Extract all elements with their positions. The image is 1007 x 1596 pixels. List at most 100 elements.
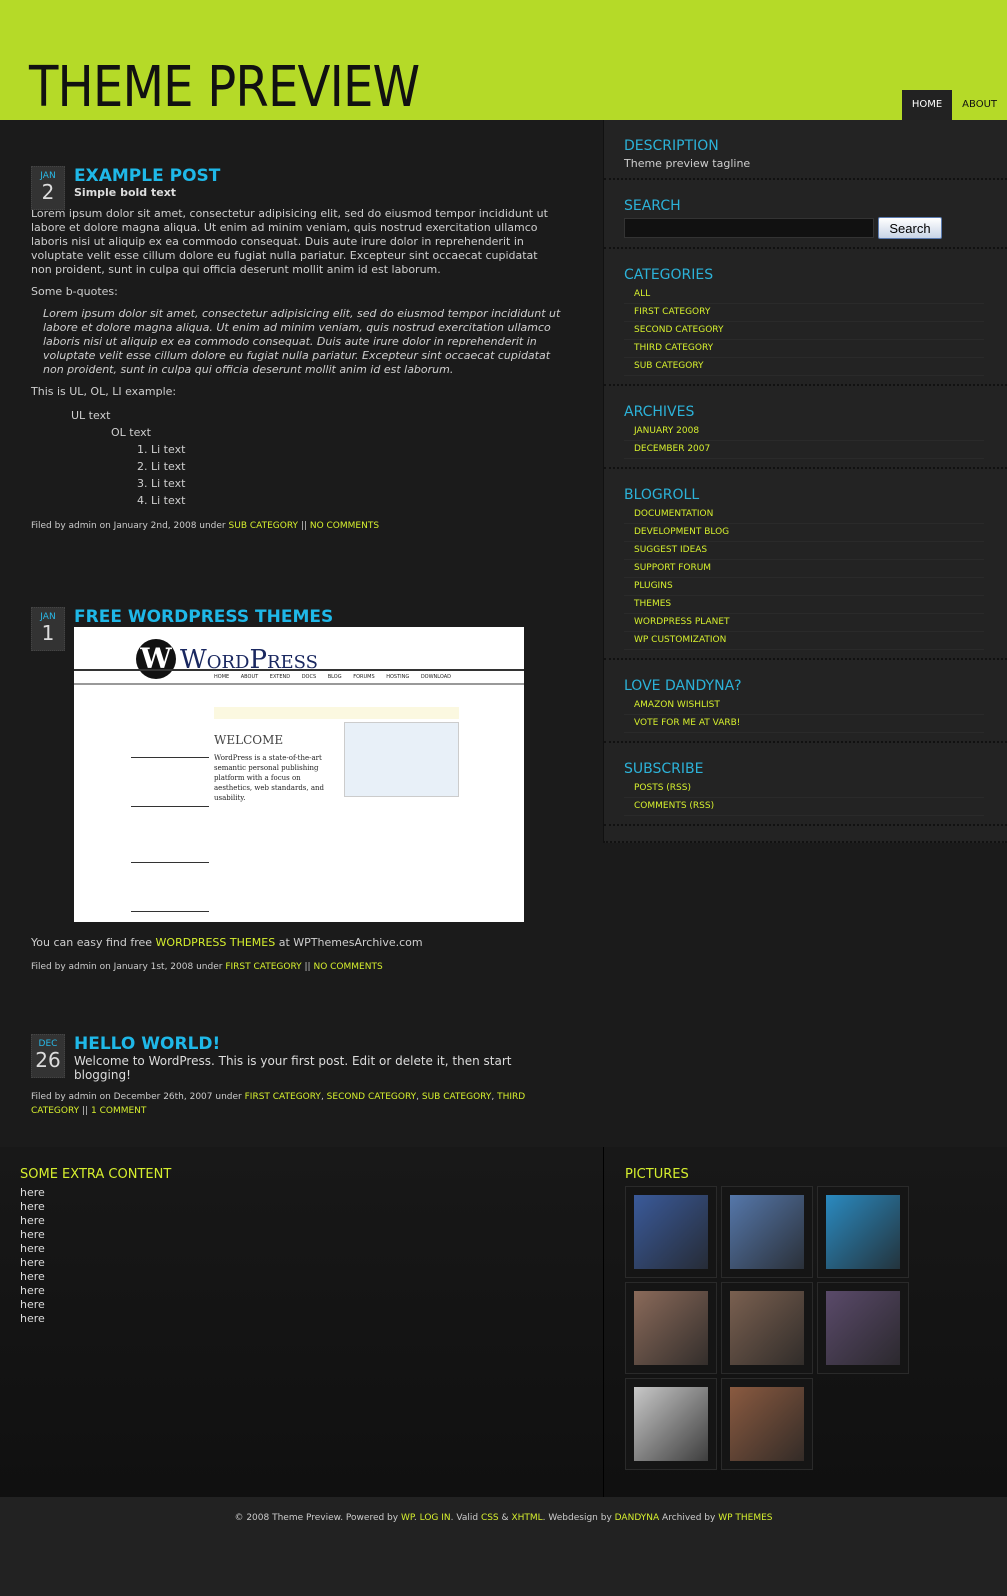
widget-title: SEARCH xyxy=(624,198,681,214)
category-link[interactable]: SUB CATEGORY xyxy=(422,1092,492,1102)
pictures-title: PICTURES xyxy=(625,1167,689,1182)
list-item: Li text xyxy=(151,458,561,475)
wp-link[interactable]: WP xyxy=(401,1513,414,1523)
list-item: Li text xyxy=(151,441,561,458)
post-date: JAN 2 xyxy=(31,166,65,210)
sidebar-link[interactable]: DEVELOPMENT BLOG xyxy=(634,527,729,537)
post-meta: Filed by admin on January 2nd, 2008 unde… xyxy=(31,521,380,531)
dandyna-link[interactable]: DANDYNA xyxy=(615,1513,660,1523)
wp-themes-link[interactable]: WP THEMES xyxy=(718,1513,772,1523)
category-link[interactable]: FIRST CATEGORY xyxy=(245,1092,321,1102)
example-lists: UL text OL text Li text Li text Li text … xyxy=(71,407,561,509)
wp-nav: HOME ABOUT EXTEND DOCS BLOG FORUMS HOSTI… xyxy=(214,674,452,680)
sidebar: DESCRIPTION Theme preview tagline SEARCH… xyxy=(603,120,1007,843)
post: JAN 2 EXAMPLE POST Simple bold text Lorem… xyxy=(31,166,561,531)
sidebar-link[interactable]: AMAZON WISHLIST xyxy=(634,700,720,710)
post-title[interactable]: HELLO WORLD! xyxy=(74,1034,561,1054)
sidebar-link[interactable]: JANUARY 2008 xyxy=(634,426,699,436)
sidebar-link[interactable]: THEMES xyxy=(634,599,671,609)
site-title[interactable]: THEME PREVIEW xyxy=(29,58,420,118)
post: DEC 26 HELLO WORLD! Welcome to WordPress.… xyxy=(31,1034,561,1118)
sidebar-link[interactable]: DOCUMENTATION xyxy=(634,509,713,519)
nav-about[interactable]: ABOUT xyxy=(952,90,1007,120)
category-link[interactable]: SUB CATEGORY xyxy=(229,521,299,531)
sidebar-link[interactable]: ALL xyxy=(634,289,650,299)
widget-categories: CATEGORIES ALL FIRST CATEGORY SECOND CATEGO… xyxy=(604,249,1007,386)
wordpress-logo-icon: W xyxy=(136,639,176,679)
extra-section: SOME EXTRA CONTENT here here here here here h… xyxy=(0,1147,1007,1497)
widget-archives: ARCHIVES JANUARY 2008 DECEMBER 2007 xyxy=(604,386,1007,469)
sidebar-link[interactable]: DECEMBER 2007 xyxy=(634,444,710,454)
extra-content: SOME EXTRA CONTENT here here here here here h… xyxy=(20,1167,172,1325)
widget-title: SUBSCRIBE xyxy=(624,761,704,777)
category-link[interactable]: SECOND CATEGORY xyxy=(327,1092,416,1102)
search-input[interactable] xyxy=(624,218,874,238)
widget-title: CATEGORIES xyxy=(624,267,714,283)
picture-thumbnail[interactable] xyxy=(721,1186,813,1278)
sidebar-link[interactable]: FIRST CATEGORY xyxy=(634,307,710,317)
login-link[interactable]: LOG IN xyxy=(420,1513,451,1523)
date-day: 2 xyxy=(41,180,55,204)
widget-description: DESCRIPTION Theme preview tagline xyxy=(604,120,1007,180)
comments-link[interactable]: NO COMMENTS xyxy=(313,962,382,972)
category-link[interactable]: FIRST CATEGORY xyxy=(225,962,301,972)
post: JAN 1 FREE WORDPRESS THEMES W WordPress H… xyxy=(31,607,561,972)
search-button[interactable]: Search xyxy=(878,217,942,239)
list-item: Li text xyxy=(151,475,561,492)
comments-link[interactable]: NO COMMENTS xyxy=(310,521,379,531)
bquote-label: Some b-quotes: xyxy=(31,285,118,298)
sidebar-link[interactable]: THIRD CATEGORY xyxy=(634,343,713,353)
main-content: JAN 2 EXAMPLE POST Simple bold text Lorem… xyxy=(0,120,603,1147)
picture-thumbnail[interactable] xyxy=(625,1378,717,1470)
widget-title: DESCRIPTION xyxy=(624,138,719,154)
picture-thumbnail[interactable] xyxy=(625,1186,717,1278)
ul-text: UL text xyxy=(71,409,111,422)
css-link[interactable]: CSS xyxy=(481,1513,499,1523)
widget-title: ARCHIVES xyxy=(624,404,695,420)
widget-blogroll: BLOGROLL DOCUMENTATION DEVELOPMENT BLOG SUG… xyxy=(604,469,1007,660)
sidebar-link[interactable]: COMMENTS (RSS) xyxy=(634,801,714,811)
tagline: Theme preview tagline xyxy=(624,157,751,170)
picture-thumbnail[interactable] xyxy=(817,1186,909,1278)
picture-thumbnail[interactable] xyxy=(721,1282,813,1374)
widget-love-dandyna: LOVE DANDYNA? AMAZON WISHLIST VOTE FOR ME … xyxy=(604,660,1007,743)
list-label: This is UL, OL, LI example: xyxy=(31,385,177,398)
sidebar-link[interactable]: SUGGEST IDEAS xyxy=(634,545,707,555)
nav-home[interactable]: HOME xyxy=(901,90,953,120)
post-paragraph: Lorem ipsum dolor sit amet, consectetur … xyxy=(31,207,548,276)
sidebar-link[interactable]: PLUGINS xyxy=(634,581,673,591)
post-meta: Filed by admin on December 26th, 2007 un… xyxy=(31,1092,526,1116)
widget-title: LOVE DANDYNA? xyxy=(624,678,742,694)
post-title[interactable]: FREE WORDPRESS THEMES xyxy=(74,607,561,627)
ol-text: OL text xyxy=(111,426,151,439)
picture-thumbnail[interactable] xyxy=(721,1378,813,1470)
list-item: Li text xyxy=(151,492,561,509)
post-meta: Filed by admin on January 1st, 2008 unde… xyxy=(31,962,383,972)
post-date: JAN 1 xyxy=(31,607,65,651)
widget-subscribe: SUBSCRIBE POSTS (RSS) COMMENTS (RSS) xyxy=(604,743,1007,826)
xhtml-link[interactable]: XHTML xyxy=(511,1513,542,1523)
pictures: PICTURES xyxy=(603,1147,1007,1497)
footer: © 2008 Theme Preview. Powered by WP. LOG… xyxy=(0,1497,1007,1596)
sidebar-link[interactable]: VOTE FOR ME AT VARB! xyxy=(634,718,740,728)
sidebar-link[interactable]: SUPPORT FORUM xyxy=(634,563,711,573)
widget-title: BLOGROLL xyxy=(624,487,700,503)
picture-thumbnail[interactable] xyxy=(817,1282,909,1374)
sidebar-link[interactable]: POSTS (RSS) xyxy=(634,783,691,793)
sidebar-link[interactable]: WP CUSTOMIZATION xyxy=(634,635,726,645)
sidebar-link[interactable]: SECOND CATEGORY xyxy=(634,325,723,335)
main-nav: HOME ABOUT xyxy=(901,90,1007,120)
wordpress-screenshot: W WordPress HOME ABOUT EXTEND DOCS BLOG … xyxy=(74,627,524,922)
comments-link[interactable]: 1 COMMENT xyxy=(91,1106,146,1116)
post-text: Welcome to WordPress. This is your first… xyxy=(74,1054,512,1082)
blockquote: Lorem ipsum dolor sit amet, consectetur … xyxy=(43,307,561,376)
extra-title: SOME EXTRA CONTENT xyxy=(20,1167,172,1182)
sidebar-link[interactable]: WORDPRESS PLANET xyxy=(634,617,730,627)
post-title[interactable]: EXAMPLE POST xyxy=(74,166,561,186)
header: THEME PREVIEW HOME ABOUT xyxy=(0,0,1007,120)
widget-search: SEARCH Search xyxy=(604,180,1007,249)
sidebar-link[interactable]: SUB CATEGORY xyxy=(634,361,704,371)
wordpress-themes-link[interactable]: WORDPRESS THEMES xyxy=(156,936,276,949)
picture-thumbnail[interactable] xyxy=(625,1282,717,1374)
post-date: DEC 26 xyxy=(31,1034,65,1078)
